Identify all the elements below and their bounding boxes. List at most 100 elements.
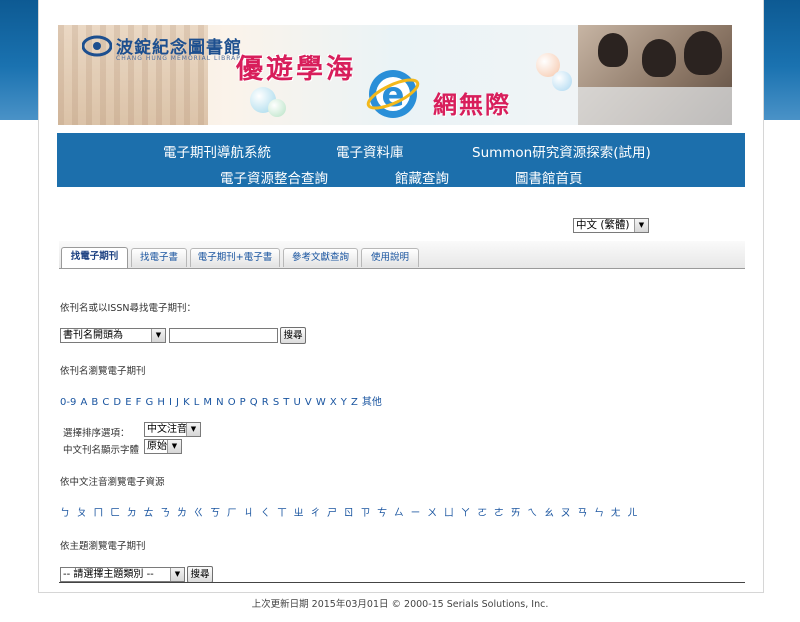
zhuyin-link[interactable]: ㄛ (477, 508, 487, 519)
zhuyin-link[interactable]: ㄢ (577, 508, 587, 519)
letter-link[interactable]: T (283, 397, 289, 408)
alphabet-index: 0-9 A B C D E F G H I J K L M N O P Q R S T U V W X Y Z 其他 (60, 393, 386, 408)
zhuyin-link[interactable]: ㄗ (360, 508, 370, 519)
zhuyin-link[interactable]: ㄈ (110, 508, 120, 519)
subject-category-selected-value: -- 請選擇主題類別 -- (63, 569, 154, 580)
subject-search-button[interactable]: 搜尋 (187, 566, 213, 583)
title-search-input[interactable] (169, 328, 278, 343)
chevron-down-icon: ▼ (170, 568, 184, 581)
language-select[interactable]: 中文 (繁體) ▼ (573, 218, 649, 233)
zhuyin-link[interactable]: ㄞ (511, 508, 521, 519)
zhuyin-link[interactable]: ㄤ (611, 508, 621, 519)
bubble-decoration (268, 99, 286, 117)
letter-link[interactable]: V (305, 397, 312, 408)
chevron-down-icon: ▼ (167, 440, 181, 453)
sort-option-select[interactable]: 中文注音 ▼ (144, 422, 201, 437)
letter-link[interactable]: B (91, 397, 98, 408)
main-navigation: 電子期刊導航系統 電子資料庫 Summon研究資源探索(試用) 電子資源整合查詢… (57, 133, 745, 187)
letter-link[interactable]: 其他 (362, 397, 382, 408)
tab-find-ebooks[interactable]: 找電子書 (131, 248, 187, 267)
student-figure (642, 39, 676, 77)
letter-link[interactable]: C (102, 397, 109, 408)
zhuyin-link[interactable]: ㄧ (410, 508, 420, 519)
zhuyin-link[interactable]: ㄣ (594, 508, 604, 519)
zhuyin-link[interactable]: ㄆ (77, 508, 87, 519)
zhuyin-link[interactable]: ㄋ (160, 508, 170, 519)
letter-link[interactable]: Q (250, 397, 258, 408)
library-logo-icon (82, 35, 112, 57)
zhuyin-link[interactable]: ㄍ (194, 508, 204, 519)
chevron-down-icon: ▼ (151, 329, 165, 342)
letter-link[interactable]: U (293, 397, 300, 408)
student-figure (684, 31, 722, 75)
zhuyin-link[interactable]: ㄑ (260, 508, 270, 519)
zhuyin-link[interactable]: ㄎ (210, 508, 220, 519)
library-banner: 波錠紀念圖書館 CHANG HUNG MEMORIAL LIBRARY 優遊學海… (58, 25, 732, 125)
letter-link[interactable]: I (169, 397, 172, 408)
zhuyin-link[interactable]: ㄓ (294, 508, 304, 519)
letter-link[interactable]: M (203, 397, 212, 408)
subject-browse-label: 依主題瀏覽電子期刊 (60, 541, 146, 552)
zhuyin-link[interactable]: ㄊ (143, 508, 153, 519)
zhuyin-link[interactable]: ㄡ (561, 508, 571, 519)
letter-link[interactable]: A (80, 397, 87, 408)
search-mode-select[interactable]: 書刊名開頭為 ▼ (60, 328, 166, 343)
letter-link[interactable]: G (146, 397, 154, 408)
chevron-down-icon: ▼ (634, 219, 648, 232)
nav-summon[interactable]: Summon研究資源探索(試用) (472, 141, 651, 161)
zhuyin-link[interactable]: ㄖ (344, 508, 354, 519)
bubble-decoration (552, 71, 572, 91)
letter-link[interactable]: Z (351, 397, 358, 408)
nav-catalog[interactable]: 館藏查詢 (395, 167, 449, 187)
letter-link[interactable]: N (216, 397, 223, 408)
students-photo (578, 25, 732, 125)
letter-link[interactable]: K (183, 397, 190, 408)
zhuyin-link[interactable]: ㄜ (494, 508, 504, 519)
zhuyin-link[interactable]: ㄨ (427, 508, 437, 519)
letter-link[interactable]: P (240, 397, 246, 408)
tab-citation-lookup[interactable]: 參考文獻查詢 (283, 248, 358, 267)
letter-link[interactable]: S (273, 397, 279, 408)
zhuyin-link[interactable]: ㄅ (60, 508, 70, 519)
zhuyin-link[interactable]: ㄇ (93, 508, 103, 519)
zhuyin-link[interactable]: ㄠ (544, 508, 554, 519)
zhuyin-link[interactable]: ㄕ (327, 508, 337, 519)
zhuyin-link[interactable]: ㄚ (461, 508, 471, 519)
letter-link[interactable]: F (136, 397, 142, 408)
zhuyin-link[interactable]: ㄐ (244, 508, 254, 519)
letter-link[interactable]: Y (341, 397, 347, 408)
zhuyin-link[interactable]: ㄙ (394, 508, 404, 519)
letter-link[interactable]: J (176, 397, 179, 408)
letter-link[interactable]: X (330, 397, 337, 408)
tab-ejournals-ebooks[interactable]: 電子期刊+電子書 (190, 248, 280, 267)
letter-link[interactable]: L (194, 397, 200, 408)
zhuyin-link[interactable]: ㄏ (227, 508, 237, 519)
nav-federated-search[interactable]: 電子資源整合查詢 (220, 167, 328, 187)
nav-library-home[interactable]: 圖書館首頁 (515, 167, 583, 187)
letter-link[interactable]: R (262, 397, 269, 408)
letter-link[interactable]: E (125, 397, 131, 408)
nav-ejournal-system[interactable]: 電子期刊導航系統 (163, 141, 271, 161)
content-divider (59, 582, 745, 583)
font-option-label: 中文刊名顯示字體 (63, 445, 140, 456)
letter-link[interactable]: W (316, 397, 326, 408)
title-search-button[interactable]: 搜尋 (280, 327, 306, 344)
zhuyin-link[interactable]: ㄒ (277, 508, 287, 519)
zhuyin-link[interactable]: ㄘ (377, 508, 387, 519)
letter-link[interactable]: O (228, 397, 236, 408)
letter-link[interactable]: 0-9 (60, 397, 76, 408)
tab-help[interactable]: 使用說明 (361, 248, 419, 267)
zhuyin-link[interactable]: ㄟ (527, 508, 537, 519)
tab-find-ejournals[interactable]: 找電子期刊 (61, 247, 128, 268)
zhuyin-link[interactable]: ㄉ (127, 508, 137, 519)
zhuyin-link[interactable]: ㄦ (627, 508, 637, 519)
nav-databases[interactable]: 電子資料庫 (336, 141, 404, 161)
subject-category-select[interactable]: -- 請選擇主題類別 -- ▼ (60, 567, 185, 582)
font-option-select[interactable]: 原始 ▼ (144, 439, 182, 454)
zhuyin-link[interactable]: ㄌ (177, 508, 187, 519)
letter-link[interactable]: D (113, 397, 121, 408)
letter-link[interactable]: H (157, 397, 165, 408)
banner-slogan-line1: 優遊學海 (236, 54, 356, 85)
zhuyin-link[interactable]: ㄩ (444, 508, 454, 519)
zhuyin-link[interactable]: ㄔ (310, 508, 320, 519)
